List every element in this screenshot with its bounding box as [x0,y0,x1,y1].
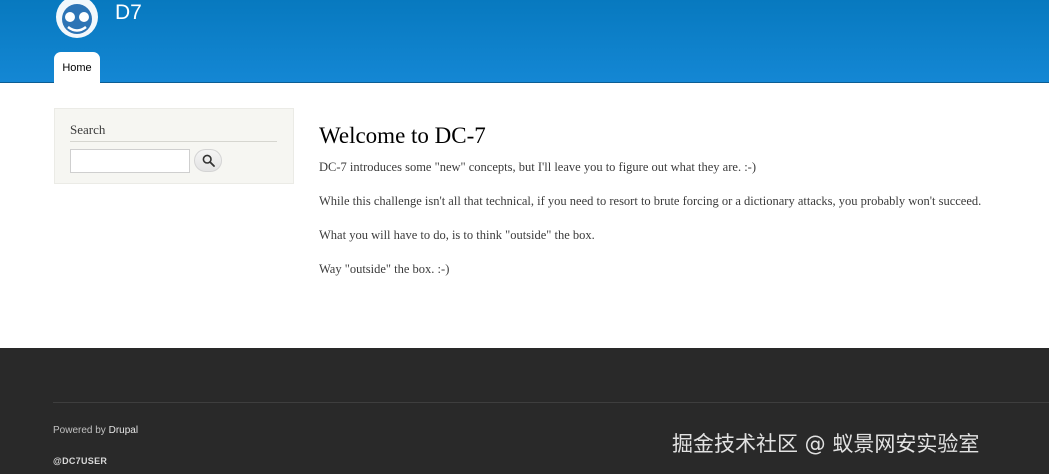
search-block: Search [54,108,294,184]
footer-divider [53,402,1049,403]
search-button[interactable] [194,149,222,172]
content-paragraph: Way "outside" the box. :-) [319,262,450,276]
footer-user: @DC7USER [53,456,108,466]
watermark: 掘金技术社区 @ 蚁景网安实验室 [672,432,980,456]
search-block-title: Search [70,122,277,142]
content-paragraph: While this challenge isn't all that tech… [319,194,982,208]
powered-by: Powered by Drupal [53,425,138,436]
drupal-logo-icon[interactable] [52,0,102,38]
site-footer: Powered by Drupal @DC7USER 掘金技术社区 @ 蚁景网安… [0,348,1049,474]
site-name[interactable]: D7 [115,1,142,25]
main-menu: Home [54,52,100,83]
powered-by-label: Powered by [53,425,106,436]
page-title: Welcome to DC-7 [319,123,486,148]
tab-home[interactable]: Home [54,52,100,83]
search-icon [202,154,215,167]
content-paragraph: What you will have to do, is to think "o… [319,228,595,242]
site-header: D7 Home [0,0,1049,83]
search-input[interactable] [70,149,190,173]
content-paragraph: DC-7 introduces some "new" concepts, but… [319,160,756,174]
drupal-link[interactable]: Drupal [109,425,138,436]
main-content: Welcome to DC-7 DC-7 introduces some "ne… [319,122,1044,296]
